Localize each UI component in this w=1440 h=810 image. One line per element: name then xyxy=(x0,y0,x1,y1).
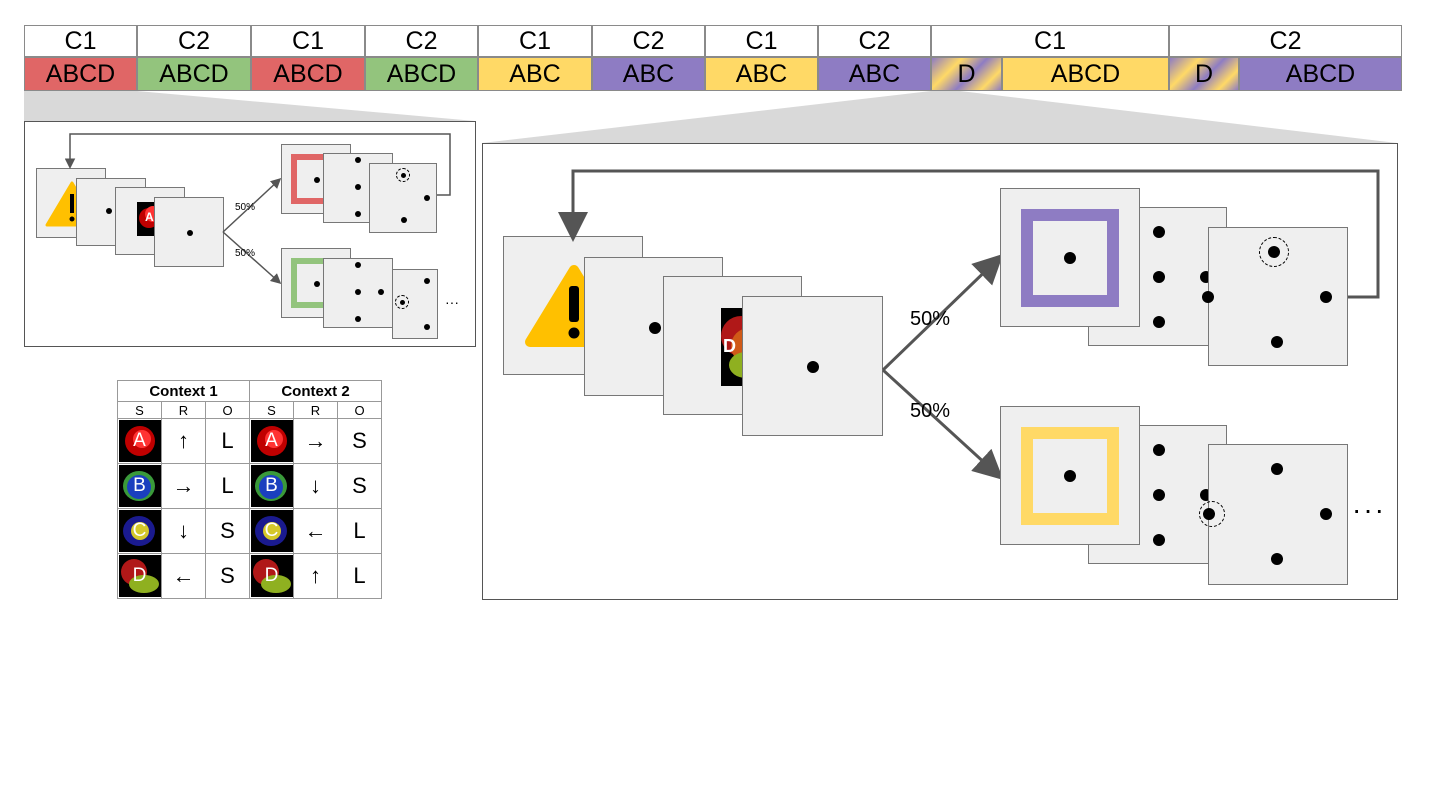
zoom-wedge-large xyxy=(482,91,1397,143)
outcome-value: L xyxy=(205,418,250,464)
branch-probability: 50% xyxy=(235,248,256,259)
outcome-value: L xyxy=(205,463,250,509)
fixation-dot xyxy=(1064,470,1076,482)
fixation-dot xyxy=(1064,252,1076,264)
column-header: O xyxy=(337,401,382,419)
outcome-card xyxy=(1199,444,1348,585)
response-arrow: ↓ xyxy=(293,463,338,509)
response-arrow: ↓ xyxy=(161,508,206,554)
column-header: S xyxy=(249,401,294,419)
stimulus-letter: A xyxy=(265,430,278,451)
branch-probability: 50% xyxy=(910,400,951,422)
stimulus-image: B xyxy=(118,465,161,507)
outcome-value: S xyxy=(337,418,382,464)
response-arrow: → xyxy=(161,463,206,509)
target-card xyxy=(323,258,393,328)
fixation-dot xyxy=(314,177,320,183)
branch-probability: 50% xyxy=(910,308,951,330)
fixation-dot xyxy=(314,281,320,287)
outcome-value: S xyxy=(337,463,382,509)
trial-diagram-small: A 50% 50% ··· xyxy=(24,121,476,347)
outcome-card xyxy=(1202,227,1348,366)
outcome-value: L xyxy=(337,508,382,554)
outcome-value: S xyxy=(205,553,250,599)
branch-probability: 50% xyxy=(235,202,256,213)
response-arrow: ← xyxy=(293,508,338,554)
stimulus-image: A xyxy=(118,420,161,462)
stimulus-letter: D xyxy=(132,565,147,586)
outcome-card xyxy=(392,269,438,339)
response-arrow: ← xyxy=(161,553,206,599)
response-arrow: → xyxy=(293,418,338,464)
context-frame-card xyxy=(1000,188,1140,327)
column-header: S xyxy=(117,401,162,419)
response-arrow: ↑ xyxy=(161,418,206,464)
stimulus-image: C xyxy=(250,510,293,552)
outcome-value: L xyxy=(337,553,382,599)
stimulus-image: D xyxy=(118,555,161,597)
zoom-wedge-small xyxy=(24,91,475,121)
stimulus-letter: C xyxy=(264,520,279,541)
stimulus-letter: D xyxy=(264,565,279,586)
table-row: C ↓ S C ← L xyxy=(117,508,382,554)
context-1-header: Context 1 xyxy=(117,380,250,402)
table-row: A ↑ L A → S xyxy=(117,418,382,464)
ellipsis: ··· xyxy=(445,294,459,310)
context-frame-card xyxy=(1000,406,1140,545)
stimulus-image: D xyxy=(250,555,293,597)
response-arrow: ↑ xyxy=(293,553,338,599)
stimulus-response-mapping-table: Context 1 Context 2 S R O S R O A ↑ L A … xyxy=(117,380,382,599)
outcome-value: S xyxy=(205,508,250,554)
stimulus-image: C xyxy=(118,510,161,552)
stimulus-image: B xyxy=(250,465,293,507)
ellipsis: ··· xyxy=(1352,494,1386,525)
column-header: O xyxy=(205,401,250,419)
table-row: B → L B ↓ S xyxy=(117,463,382,509)
stimulus-letter: B xyxy=(133,475,146,496)
stimulus-letter: B xyxy=(265,475,278,496)
table-row: D ← S D ↑ L xyxy=(117,553,382,599)
stimulus-letter: A xyxy=(133,430,146,451)
column-header: R xyxy=(293,401,338,419)
stimulus-letter: C xyxy=(132,520,147,541)
stimulus-image: A xyxy=(250,420,293,462)
column-header: R xyxy=(161,401,206,419)
context-2-header: Context 2 xyxy=(249,380,382,402)
outcome-card xyxy=(369,163,437,233)
trial-diagram-large: D 50% 50% ··· xyxy=(482,143,1398,600)
